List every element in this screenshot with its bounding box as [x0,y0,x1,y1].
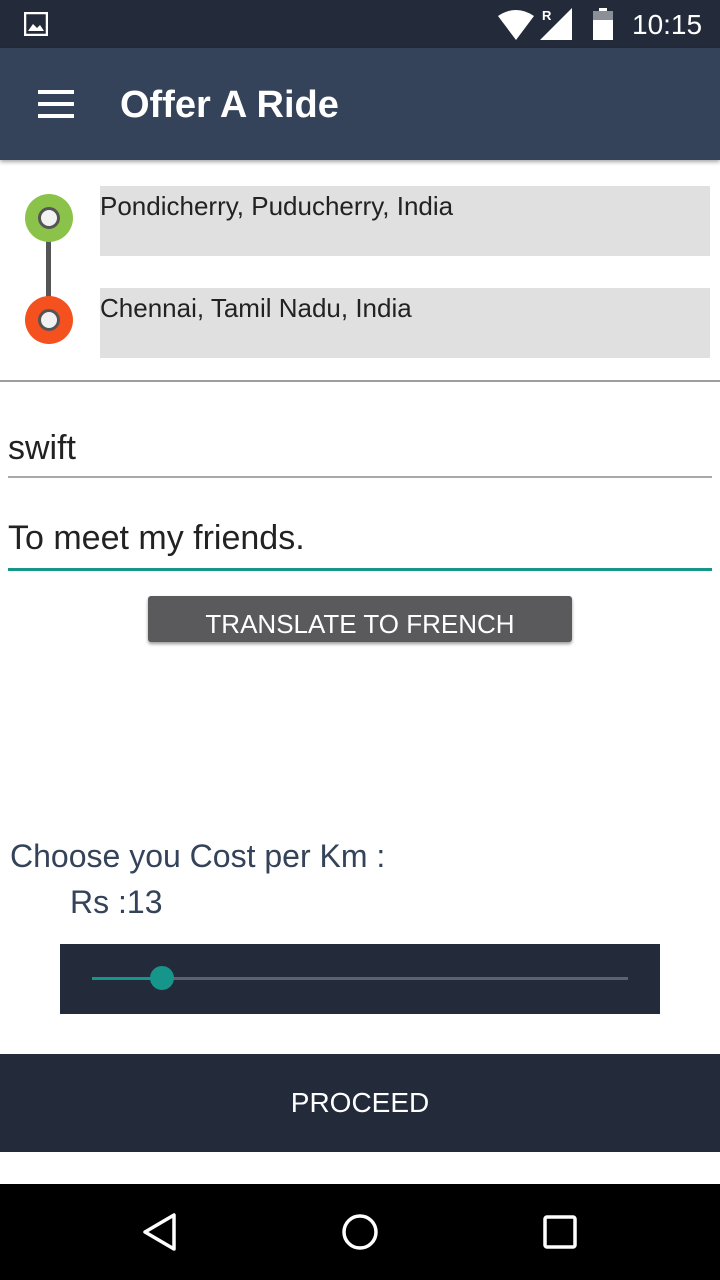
svg-text:R: R [542,8,552,23]
start-location-pin-icon [25,194,73,242]
home-icon[interactable] [340,1212,380,1252]
status-bar: R 10:15 [0,0,720,48]
wifi-icon [498,10,534,40]
destination-location-field[interactable]: Chennai, Tamil Nadu, India [100,288,710,358]
status-time: 10:15 [632,9,703,40]
system-nav-bar [0,1184,720,1280]
back-icon[interactable] [140,1212,180,1252]
pickup-location-field[interactable]: Pondicherry, Puducherry, India [100,186,710,256]
ride-purpose-input[interactable]: To meet my friends. [8,514,712,571]
gallery-icon [24,12,48,36]
cost-slider-thumb[interactable] [149,966,174,990]
recents-icon[interactable] [540,1212,580,1252]
page-title: Offer A Ride [120,84,339,126]
end-location-pin-icon [25,296,73,344]
battery-icon [593,8,613,40]
hamburger-menu-icon[interactable] [36,88,76,120]
car-name-input[interactable]: swift [8,424,712,478]
proceed-button[interactable]: PROCEED [0,1054,720,1152]
cost-per-km-value: Rs :13 [70,884,163,920]
section-divider [0,380,720,382]
cost-per-km-label: Choose you Cost per Km : [10,838,386,874]
app-bar: Offer A Ride [0,48,720,160]
translate-to-french-button[interactable]: TRANSLATE TO FRENCH [148,596,572,642]
cost-slider-container [60,944,660,1014]
signal-icon: R [540,8,572,40]
